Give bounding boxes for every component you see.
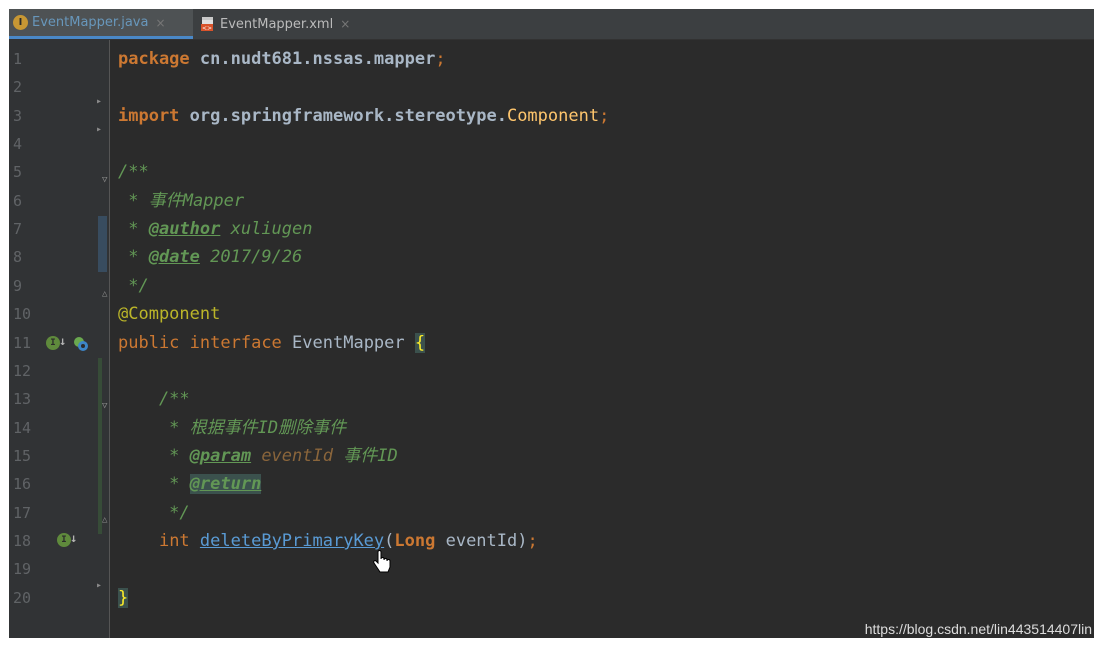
tab-eventmapper-java[interactable]: I EventMapper.java × bbox=[9, 9, 193, 39]
code-line: 17 */ bbox=[9, 499, 1094, 527]
code-editor[interactable]: ▸ ▸ ▽ △ ▽ △ ▸ I ↓ I ↓ 1 package cn.nudt6… bbox=[9, 40, 1094, 638]
tab-eventmapper-xml[interactable]: <> EventMapper.xml × bbox=[196, 9, 368, 39]
code-line: 19 bbox=[9, 555, 1094, 583]
line-number: 19 bbox=[13, 560, 32, 578]
code-line: 4 bbox=[9, 130, 1094, 158]
hand-cursor-icon bbox=[373, 550, 391, 573]
line-number: 7 bbox=[13, 220, 23, 238]
line-number: 18 bbox=[13, 532, 32, 550]
close-icon[interactable]: × bbox=[155, 16, 165, 30]
code-line: 9 */ bbox=[9, 272, 1094, 300]
line-number: 2 bbox=[13, 78, 23, 96]
java-interface-icon: I bbox=[13, 15, 28, 30]
code-line: 16 * @return bbox=[9, 470, 1094, 498]
line-number: 5 bbox=[13, 163, 23, 181]
code-line: 20 } bbox=[9, 584, 1094, 612]
code-line: 18 int deleteByPrimaryKey(Long eventId); bbox=[9, 527, 1094, 555]
code-line: 8 * @date 2017/9/26 bbox=[9, 243, 1094, 271]
code-line: 15 * @param eventId 事件ID bbox=[9, 442, 1094, 470]
line-number: 17 bbox=[13, 504, 32, 522]
line-number: 3 bbox=[13, 107, 23, 125]
line-number: 8 bbox=[13, 248, 23, 266]
xml-file-icon: <> bbox=[201, 17, 213, 32]
method-link[interactable]: deleteByPrimaryKey bbox=[200, 531, 384, 551]
ide-window: I EventMapper.java × <> EventMapper.xml … bbox=[9, 9, 1094, 638]
editor-tab-bar: I EventMapper.java × <> EventMapper.xml … bbox=[9, 9, 1094, 40]
code-line: 2 bbox=[9, 73, 1094, 101]
tab-label: EventMapper.java bbox=[32, 15, 149, 30]
code-line: 1 package cn.nudt681.nssas.mapper; bbox=[9, 45, 1094, 73]
line-number: 4 bbox=[13, 135, 23, 153]
code-line: 11 public interface EventMapper { bbox=[9, 329, 1094, 357]
line-number: 6 bbox=[13, 192, 23, 210]
line-number: 16 bbox=[13, 475, 32, 493]
line-number: 9 bbox=[13, 277, 23, 295]
code-line: 6 * 事件Mapper bbox=[9, 187, 1094, 215]
code-line: 7 * @author xuliugen bbox=[9, 215, 1094, 243]
code-line: 5 /** bbox=[9, 158, 1094, 186]
line-number: 20 bbox=[13, 589, 32, 607]
line-number: 12 bbox=[13, 362, 32, 380]
svg-text:<>: <> bbox=[202, 25, 212, 32]
code-line: 10 @Component bbox=[9, 300, 1094, 328]
line-number: 1 bbox=[13, 50, 23, 68]
line-number: 10 bbox=[13, 305, 32, 323]
code-line: 12 bbox=[9, 357, 1094, 385]
line-number: 11 bbox=[13, 334, 32, 352]
line-number: 15 bbox=[13, 447, 32, 465]
code-line: 3 import org.springframework.stereotype.… bbox=[9, 102, 1094, 130]
line-number: 14 bbox=[13, 419, 32, 437]
watermark-url: https://blog.csdn.net/lin443514407lin bbox=[864, 621, 1092, 637]
code-line: 13 /** bbox=[9, 385, 1094, 413]
code-line: 14 * 根据事件ID删除事件 bbox=[9, 414, 1094, 442]
line-number: 13 bbox=[13, 390, 32, 408]
close-icon[interactable]: × bbox=[340, 17, 350, 31]
tab-label: EventMapper.xml bbox=[220, 16, 334, 32]
